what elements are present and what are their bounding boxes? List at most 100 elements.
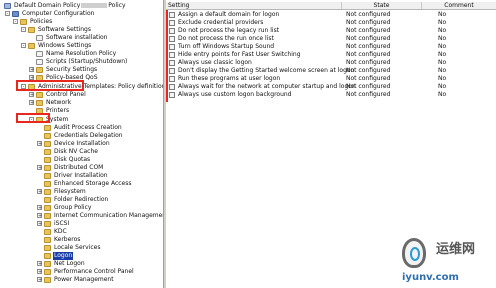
tree-node-label[interactable]: Audit Process Creation — [53, 124, 123, 132]
expand-icon[interactable]: + — [37, 261, 42, 267]
tree-node[interactable]: + Internet Communication Management — [0, 212, 163, 220]
tree-node[interactable]: Disk Quotas — [0, 156, 163, 164]
tree-node-label[interactable]: KDC — [53, 228, 68, 236]
tree-node[interactable]: - Policies — [0, 18, 163, 26]
tree-node-label[interactable]: Default Domain Policy Policy — [13, 2, 127, 10]
collapse-icon[interactable]: - — [5, 11, 10, 17]
tree-node-label[interactable]: Scripts (Startup/Shutdown) — [45, 58, 128, 66]
setting-row[interactable]: Exclude credential providers Not configur… — [166, 19, 496, 27]
expand-icon[interactable]: + — [37, 189, 42, 195]
tree-node-label[interactable]: Network — [45, 99, 72, 107]
tree-node-label[interactable]: Printers — [45, 107, 70, 115]
tree-node-label[interactable]: Group Policy — [53, 204, 92, 212]
tree-node-label[interactable]: Control Panel — [45, 91, 87, 99]
tree-node-label[interactable]: Disk NV Cache — [53, 148, 99, 156]
collapse-icon[interactable]: - — [21, 43, 26, 49]
tree-node-label[interactable]: iSCSI — [53, 220, 70, 228]
tree-node-label[interactable]: Device Installation — [53, 140, 111, 148]
tree-node-label[interactable]: Software Settings — [37, 26, 92, 34]
tree-node[interactable]: + Network — [0, 99, 163, 107]
tree-node[interactable]: Audit Process Creation — [0, 124, 163, 132]
expand-icon[interactable]: + — [29, 100, 34, 106]
setting-row[interactable]: Always use classic logon Not configured No — [166, 59, 496, 67]
tree-node[interactable]: - Administrative Templates: Policy defini… — [0, 83, 163, 91]
tree-node[interactable]: + iSCSI — [0, 220, 163, 228]
tree-node[interactable]: + Performance Control Panel — [0, 268, 163, 276]
setting-row[interactable]: Always wait for the network at computer … — [166, 83, 496, 91]
expand-icon[interactable]: + — [37, 205, 42, 211]
setting-row[interactable]: Do not process the run once list Not conf… — [166, 35, 496, 43]
tree-node[interactable]: Name Resolution Policy — [0, 50, 163, 58]
expand-icon[interactable]: + — [29, 67, 34, 73]
tree-node-label[interactable]: Credentials Delegation — [53, 132, 124, 140]
setting-row[interactable]: Assign a default domain for logon Not con… — [166, 11, 496, 19]
expand-icon[interactable]: + — [37, 141, 42, 147]
tree-node[interactable]: + Policy-based QoS — [0, 74, 163, 82]
tree-node[interactable]: Logon — [0, 252, 163, 260]
tree-node[interactable]: Kerberos — [0, 236, 163, 244]
collapse-icon[interactable]: - — [21, 84, 26, 90]
collapse-icon[interactable]: - — [29, 117, 34, 123]
tree-node[interactable]: KDC — [0, 228, 163, 236]
tree-node-label[interactable]: Performance Control Panel — [53, 268, 135, 276]
tree-node[interactable]: Disk NV Cache — [0, 148, 163, 156]
tree-node[interactable]: - System — [0, 116, 163, 124]
tree-node[interactable]: - Windows Settings — [0, 42, 163, 50]
tree-node-label[interactable]: System — [45, 116, 69, 124]
tree-node[interactable]: + Security Settings — [0, 66, 163, 74]
tree-node-label[interactable]: Distributed COM — [53, 164, 104, 172]
tree-node[interactable]: Enhanced Storage Access — [0, 180, 163, 188]
tree-node-label[interactable]: Disk Quotas — [53, 156, 91, 164]
setting-row[interactable]: Don't display the Getting Started welcom… — [166, 67, 496, 75]
expand-icon[interactable]: + — [29, 75, 34, 81]
comment-column-header[interactable]: Comment — [422, 2, 496, 9]
setting-row[interactable]: Always use custom logon background Not co… — [166, 91, 496, 99]
tree-node[interactable]: + Net Logon — [0, 260, 163, 268]
tree-node-label[interactable]: Logon — [53, 252, 74, 260]
tree-node-label[interactable]: Name Resolution Policy — [45, 50, 117, 58]
tree-node[interactable]: + Filesystem — [0, 188, 163, 196]
expand-icon[interactable]: + — [37, 269, 42, 275]
tree-node-label[interactable]: Power Management — [53, 276, 115, 284]
tree-node[interactable]: Scripts (Startup/Shutdown) — [0, 58, 163, 66]
state-column-header[interactable]: State — [342, 2, 422, 9]
tree-node-label[interactable]: Kerberos — [53, 236, 81, 244]
expand-icon[interactable]: + — [37, 277, 42, 283]
setting-row[interactable]: Hide entry points for Fast User Switchin… — [166, 51, 496, 59]
tree-node[interactable]: Default Domain Policy Policy — [0, 2, 163, 10]
tree-node[interactable]: Credentials Delegation — [0, 132, 163, 140]
tree-node-label[interactable]: Driver Installation — [53, 172, 109, 180]
collapse-icon[interactable]: - — [21, 27, 26, 33]
expand-icon[interactable]: + — [37, 165, 42, 171]
expand-icon[interactable]: + — [29, 92, 34, 98]
tree-node-label[interactable]: Windows Settings — [37, 42, 92, 50]
tree-node-label[interactable]: Internet Communication Management — [53, 212, 163, 220]
policy-tree-pane[interactable]: Default Domain Policy Policy - Computer Con… — [0, 0, 163, 288]
tree-node[interactable]: - Software Settings — [0, 26, 163, 34]
setting-row[interactable]: Do not process the legacy run list Not co… — [166, 27, 496, 35]
collapse-icon[interactable]: - — [13, 19, 18, 25]
tree-node-label[interactable]: Security Settings — [45, 66, 98, 74]
expand-icon[interactable]: + — [37, 213, 42, 219]
tree-node[interactable]: + Control Panel — [0, 91, 163, 99]
setting-row[interactable]: Run these programs at user logon Not conf… — [166, 75, 496, 83]
expand-icon[interactable]: + — [37, 221, 42, 227]
tree-node[interactable]: + Power Management — [0, 276, 163, 284]
tree-node-label[interactable]: Computer Configuration — [21, 10, 95, 18]
tree-node[interactable]: Locale Services — [0, 244, 163, 252]
tree-node-label[interactable]: Policy-based QoS — [45, 74, 99, 82]
tree-node-label[interactable]: Filesystem — [53, 188, 87, 196]
tree-node[interactable]: Printers — [0, 107, 163, 115]
setting-row[interactable]: Turn off Windows Startup Sound Not config… — [166, 43, 496, 51]
tree-node[interactable]: Software installation — [0, 34, 163, 42]
tree-node[interactable]: Folder Redirection — [0, 196, 163, 204]
tree-node-label[interactable]: Enhanced Storage Access — [53, 180, 133, 188]
tree-node-label[interactable]: Administrative Templates: Policy definit… — [37, 83, 163, 91]
tree-node[interactable]: + Group Policy — [0, 204, 163, 212]
tree-node-label[interactable]: Policies — [29, 18, 53, 26]
setting-column-header[interactable]: Setting — [166, 2, 342, 9]
tree-node-label[interactable]: Net Logon — [53, 260, 86, 268]
tree-node[interactable]: + Device Installation — [0, 140, 163, 148]
tree-node-label[interactable]: Folder Redirection — [53, 196, 109, 204]
tree-node-label[interactable]: Software installation — [45, 34, 109, 42]
